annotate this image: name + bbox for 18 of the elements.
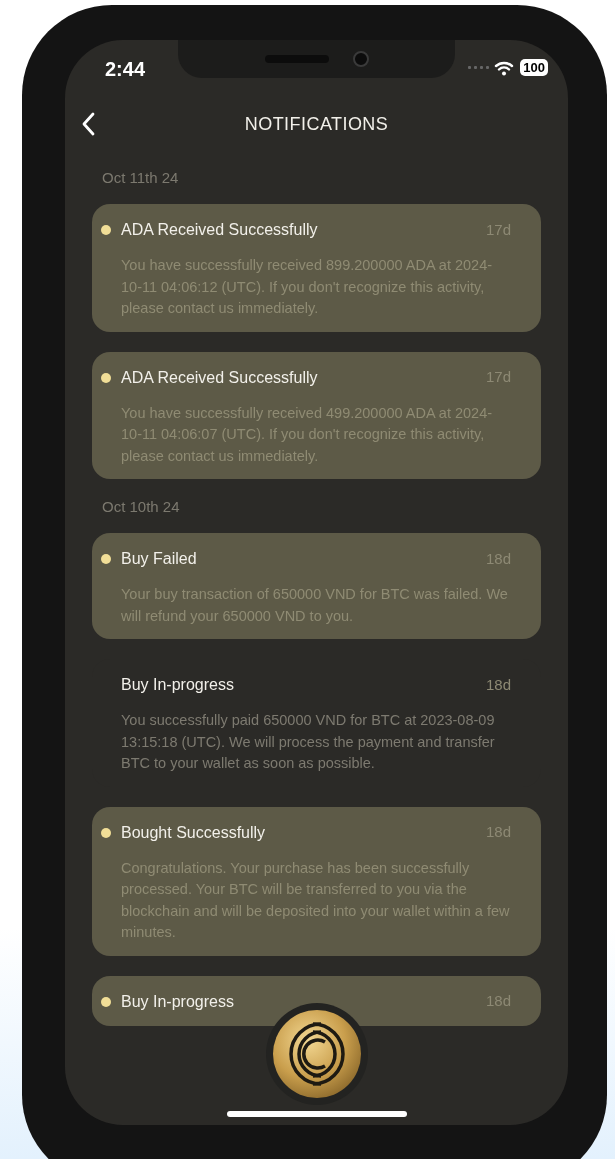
back-icon[interactable] (81, 112, 95, 136)
coin-logo-icon[interactable] (273, 1010, 361, 1098)
camera-icon (352, 51, 369, 67)
signal-icon (468, 65, 491, 70)
battery-indicator: 100 (520, 59, 548, 76)
wifi-icon (494, 59, 515, 76)
notification-title: Buy Failed (121, 549, 197, 569)
date-heading: Oct 10th 24 (102, 498, 180, 515)
notification-body: You successfully paid 650000 VND for BTC at 2023-08-09 13:15:18 (UTC). We will process the payment and transfer BTC to your wallet as soon as possible. (121, 711, 496, 773)
notification-title: ADA Received Successfully (121, 367, 318, 388)
status-time: 2:44 (105, 57, 146, 81)
screen-title: NOTIFICATIONS (244, 112, 389, 136)
notification-age: 18d (485, 674, 511, 695)
date-heading: Oct 11th 24 (102, 169, 179, 186)
notification-title: Buy In-progress (121, 991, 234, 1012)
notification-title: ADA Received Successfully (121, 220, 318, 240)
notification-title: Bought Successfully (121, 822, 266, 843)
notification-title: Buy In-progress (121, 675, 234, 695)
